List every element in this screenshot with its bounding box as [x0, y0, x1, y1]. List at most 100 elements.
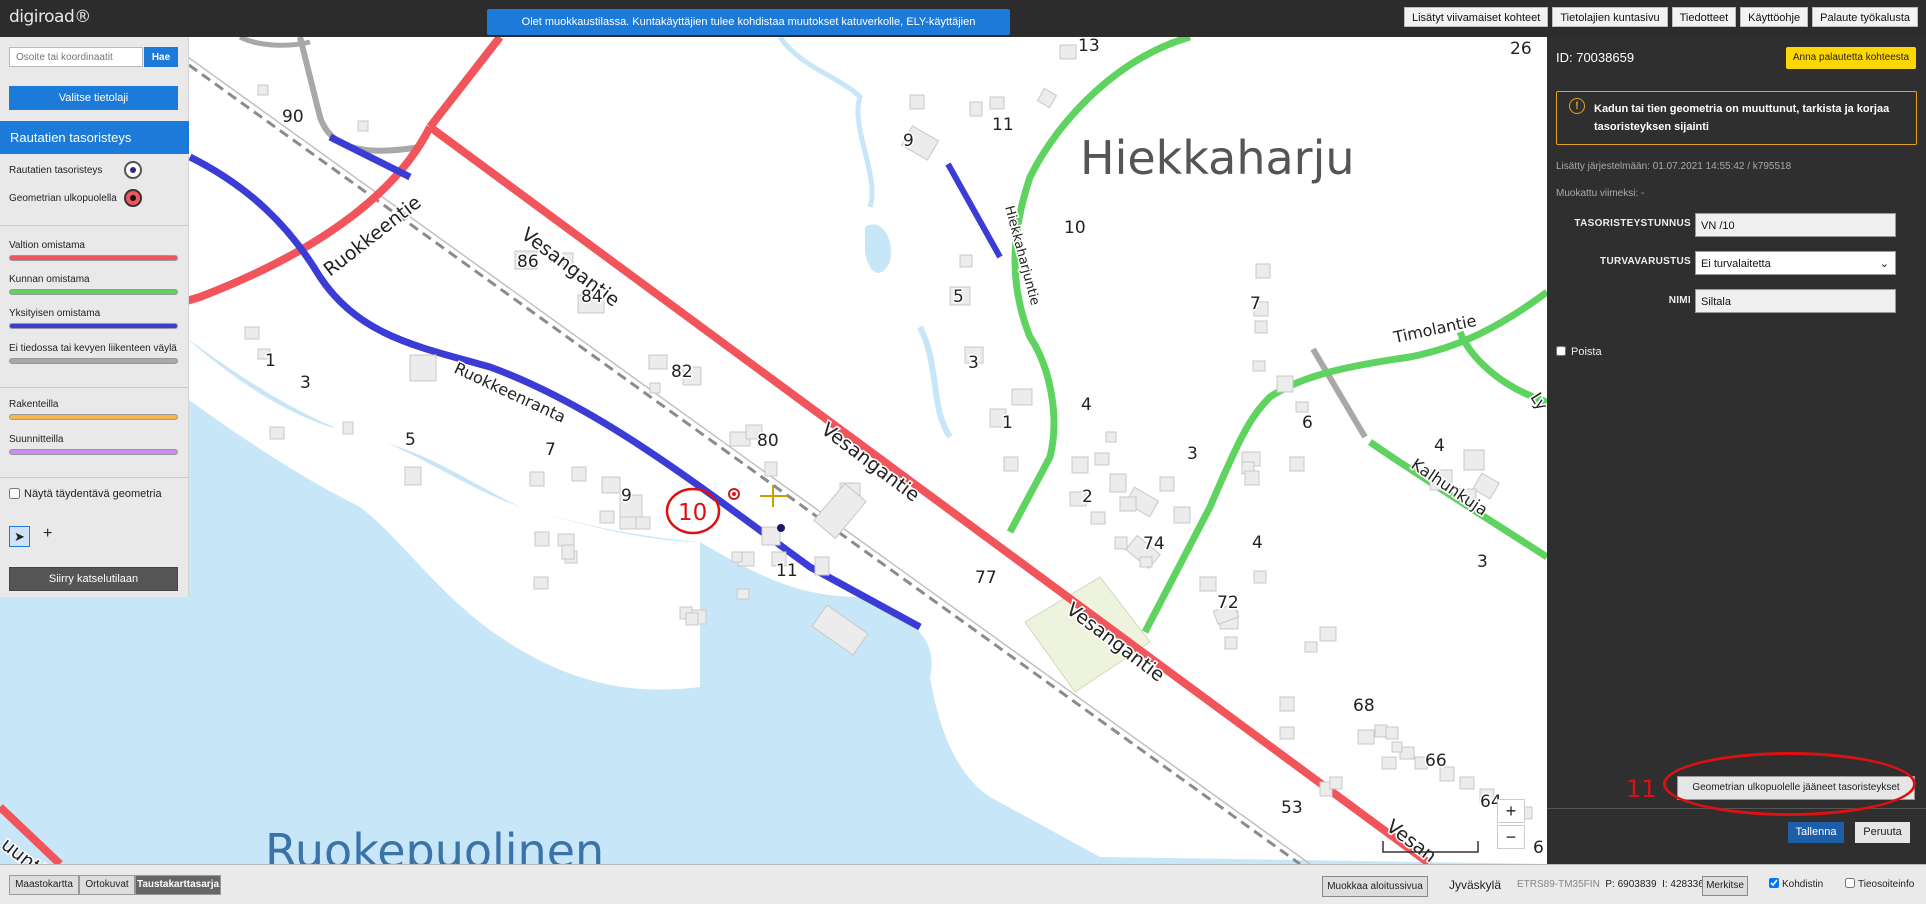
- house-number: 1: [265, 351, 276, 371]
- edit-mode-banner: Olet muokkaustilassa. Kuntakäyttäjien tu…: [487, 9, 1010, 54]
- search-button[interactable]: Hae: [144, 47, 178, 67]
- house-number: 7: [1250, 294, 1261, 314]
- linear-assets-button[interactable]: Lisätyt viivamaiset kohteet: [1403, 7, 1549, 27]
- select-tool-button[interactable]: ➤: [9, 526, 30, 547]
- house-number: 80: [757, 431, 779, 451]
- crosshair-checkbox[interactable]: [1769, 878, 1779, 888]
- name-label: NIMI: [1668, 295, 1691, 306]
- crs-label: ETRS89-TM35FIN: [1517, 879, 1600, 890]
- house-number: 26: [1510, 39, 1532, 59]
- name-input[interactable]: Siltala: [1695, 289, 1896, 313]
- mark-button[interactable]: Merkitse: [1702, 876, 1748, 896]
- divider: [0, 477, 189, 478]
- private-road-b: [945, 162, 1003, 259]
- bg-tab-ortho[interactable]: Ortokuvat: [79, 875, 135, 895]
- house-number: 3: [1477, 552, 1488, 572]
- municipality-page-button[interactable]: Tietolajien kuntasivu: [1552, 7, 1668, 27]
- house-number: 74: [1143, 534, 1165, 554]
- give-feedback-button[interactable]: Anna palautetta kohteesta: [1786, 47, 1916, 69]
- house-number: 7: [545, 440, 556, 460]
- address-search-input[interactable]: [9, 47, 143, 67]
- top-bar: digiroad® Olet muokkaustilassa. Kuntakäy…: [0, 0, 1926, 54]
- warning-text: Kadun tai tien geometria on muuttunut, t…: [1594, 103, 1890, 133]
- plus-icon: +: [43, 525, 53, 542]
- house-number: 6: [1533, 838, 1544, 858]
- digiroad-logo: digiroad®: [9, 7, 91, 27]
- zoom-in-button[interactable]: +: [1497, 799, 1525, 823]
- map-canvas[interactable]: Vesangantie Vesangantie Vesangantie Vesa…: [0, 37, 1547, 864]
- bg-tab-terrain[interactable]: Maastokartta: [9, 875, 79, 895]
- place-label-ruokepuolinen: Ruokepuolinen: [265, 824, 604, 864]
- house-number: 6: [1302, 413, 1313, 433]
- safety-equipment-label: TURVAVARUSTUS: [1600, 256, 1691, 267]
- delete-checkbox[interactable]: [1556, 346, 1566, 356]
- legend-label-state: Valtion omistama: [9, 240, 85, 251]
- coord-p: P: 6903839: [1605, 879, 1657, 890]
- annotation-label-11: 11: [1626, 775, 1657, 803]
- left-panel: Hae Valitse tietolaji Rautatien tasorist…: [0, 37, 189, 597]
- house-number: 3: [1187, 444, 1198, 464]
- cancel-button[interactable]: Peruuta: [1855, 822, 1910, 843]
- added-info: Lisätty järjestelmään: 01.07.2021 14:55:…: [1556, 161, 1792, 172]
- grey-road: [297, 37, 421, 154]
- legend-label-railway-crossing: Rautatien tasoristeys: [9, 165, 103, 176]
- chevron-down-icon: ⌄: [1879, 258, 1889, 270]
- stream-water: [777, 37, 875, 208]
- crossing-id-input[interactable]: VN /10: [1695, 213, 1896, 237]
- railway-crossing-marker[interactable]: [777, 524, 785, 532]
- house-number: 53: [1281, 798, 1303, 818]
- legend-line-municipal: [9, 289, 178, 295]
- show-complementary-geometry-checkbox[interactable]: [9, 488, 20, 499]
- cursor-arrow-icon: ➤: [14, 529, 25, 544]
- house-number: 5: [953, 287, 964, 307]
- top-nav: Lisätyt viivamaiset kohteet Tietolajien …: [1403, 7, 1918, 27]
- switch-to-view-mode-button[interactable]: Siirry katselutilaan: [9, 567, 178, 591]
- crosshair-cursor: [760, 485, 787, 507]
- road-label-vesangantie-2: Vesangantie: [817, 418, 924, 506]
- road-address-info-label: Tieosoiteinfo: [1858, 879, 1915, 890]
- feedback-tool-button[interactable]: Palaute työkalusta: [1812, 7, 1918, 27]
- select-layer-button[interactable]: Valitse tietolaji: [9, 86, 178, 110]
- crosshair-toggle[interactable]: Kohdistin: [1769, 878, 1823, 890]
- municipal-road-ly: [1456, 330, 1547, 406]
- save-button[interactable]: Tallenna: [1788, 822, 1844, 843]
- safety-equipment-select[interactable]: Ei turvalaitetta ⌄: [1695, 251, 1896, 275]
- private-road-a: [328, 133, 412, 181]
- legend-label-municipal: Kunnan omistama: [9, 274, 90, 285]
- house-number: 3: [968, 353, 979, 373]
- layer-title: Rautatien tasoristeys: [0, 121, 189, 154]
- house-number: 3: [300, 373, 311, 393]
- crosshair-label: Kohdistin: [1782, 879, 1824, 890]
- house-number: 4: [1252, 533, 1263, 553]
- announcements-button[interactable]: Tiedotteet: [1671, 7, 1737, 27]
- legend-label-unknown: Ei tiedossa tai kevyen liikenteen väylä: [9, 343, 177, 354]
- grey-road-b: [1310, 347, 1368, 439]
- crossing-id-label: TASORISTEYSTUNNUS: [1574, 218, 1691, 229]
- zoom-out-button[interactable]: −: [1497, 825, 1525, 849]
- annotation-ring-11: [1663, 752, 1916, 816]
- road-address-info-checkbox[interactable]: [1845, 878, 1855, 888]
- house-number: 72: [1217, 593, 1239, 613]
- safety-equipment-value: Ei turvalaitetta: [1701, 258, 1771, 270]
- user-guide-button[interactable]: Käyttöohje: [1740, 7, 1809, 27]
- legend-line-unknown: [9, 358, 178, 364]
- divider: [0, 387, 189, 388]
- house-number: 1: [1002, 413, 1013, 433]
- delete-option[interactable]: Poista: [1556, 346, 1602, 358]
- annotation-label-10: 10: [678, 500, 707, 526]
- house-number: 68: [1353, 696, 1375, 716]
- asset-id: ID: 70038659: [1556, 50, 1635, 65]
- road-address-info-toggle[interactable]: Tieosoiteinfo: [1845, 878, 1914, 890]
- house-number: 11: [992, 115, 1014, 135]
- pond-water: [865, 224, 891, 273]
- add-tool-button[interactable]: +: [43, 525, 52, 543]
- geometry-warning: ! Kadun tai tien geometria on muuttunut,…: [1556, 91, 1917, 145]
- edit-start-page-button[interactable]: Muokkaa aloitussivua: [1322, 876, 1428, 897]
- house-number: 4: [1081, 395, 1092, 415]
- show-complementary-geometry[interactable]: Näytä täydentävä geometria: [9, 488, 162, 500]
- legend-label-outside-geometry: Geometrian ulkopuolella: [9, 193, 117, 204]
- house-number: 90: [282, 107, 304, 127]
- legend-label-planned: Suunnitteilla: [9, 434, 64, 445]
- house-number: 2: [1082, 487, 1093, 507]
- bg-tab-background-map[interactable]: Taustakarttasarja: [135, 875, 221, 895]
